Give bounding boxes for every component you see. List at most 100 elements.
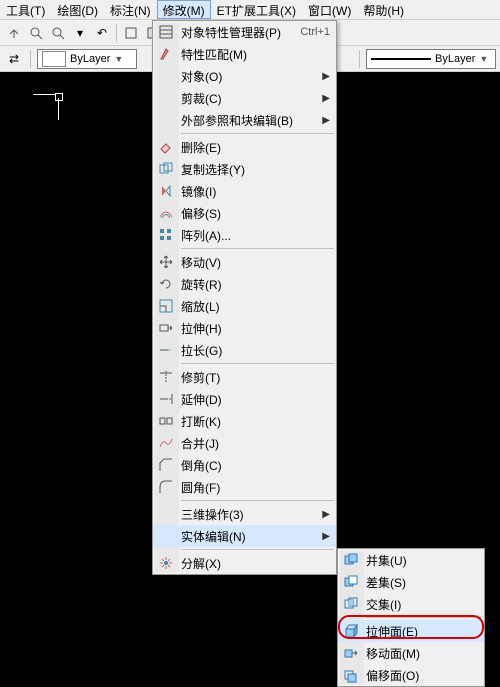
menu-item-label: 延伸(D) xyxy=(177,391,330,408)
break-icon xyxy=(155,412,177,430)
menu-item[interactable]: 特性匹配(M) xyxy=(153,43,336,65)
shortcut-label: Ctrl+1 xyxy=(300,26,330,38)
menu-item[interactable]: 缩放(L) xyxy=(153,295,336,317)
menu-item-label: 旋转(R) xyxy=(177,276,330,293)
submenu-arrow-icon: ▶ xyxy=(322,71,330,82)
menu-item-label: 拉伸(H) xyxy=(177,320,330,337)
menu-item-label: 打断(K) xyxy=(177,413,330,430)
menu-tools[interactable]: 工具(T) xyxy=(0,0,51,19)
menu-item-label: 移动面(M) xyxy=(362,645,478,662)
menu-item-label: 特性匹配(M) xyxy=(177,46,330,63)
menu-item-label: 修剪(T) xyxy=(177,369,330,386)
menu-item[interactable]: 拉伸面(E) xyxy=(338,620,484,642)
extend-icon xyxy=(155,390,177,408)
menu-item[interactable]: 打断(K) xyxy=(153,410,336,432)
menu-item[interactable]: 旋转(R) xyxy=(153,273,336,295)
menu-modify[interactable]: 修改(M) xyxy=(157,0,211,19)
menu-item[interactable]: 移动面(M) xyxy=(338,642,484,664)
menu-separator xyxy=(366,617,482,618)
menubar: 工具(T) 绘图(D) 标注(N) 修改(M) ET扩展工具(X) 窗口(W) … xyxy=(0,0,500,20)
explode-icon xyxy=(155,554,177,572)
tool-a-icon[interactable] xyxy=(121,23,141,43)
join-icon xyxy=(155,434,177,452)
chevron-down-icon: ▼ xyxy=(114,54,123,64)
menu-item[interactable]: 分解(X) xyxy=(153,552,336,574)
menu-separator xyxy=(181,500,334,501)
menu-item-label: 圆角(F) xyxy=(177,479,330,496)
mirror-icon xyxy=(155,182,177,200)
menu-item-label: 偏移面(O) xyxy=(362,667,478,684)
menu-item-label: 合并(J) xyxy=(177,435,330,452)
blank-icon xyxy=(155,505,177,523)
submenu-arrow-icon: ▶ xyxy=(322,531,330,542)
menu-item[interactable]: 三维操作(3)▶ xyxy=(153,503,336,525)
menu-item-label: 倒角(C) xyxy=(177,457,330,474)
menu-item-label: 偏移(S) xyxy=(177,205,330,222)
menu-item-label: 阵列(A)... xyxy=(177,227,330,244)
menu-item-label: 分解(X) xyxy=(177,555,330,572)
menu-item[interactable]: 交集(I) xyxy=(338,593,484,615)
menu-item[interactable]: 差集(S) xyxy=(338,571,484,593)
menu-item[interactable]: 外部参照和块编辑(B)▶ xyxy=(153,109,336,131)
subtract-icon xyxy=(340,573,362,591)
menu-separator xyxy=(181,133,334,134)
menu-item[interactable]: 偏移(S) xyxy=(153,202,336,224)
linetype-label: ByLayer xyxy=(435,53,475,65)
menu-item[interactable]: 镜像(I) xyxy=(153,180,336,202)
menu-window[interactable]: 窗口(W) xyxy=(302,0,357,19)
offset-icon xyxy=(155,204,177,222)
lengthen-icon xyxy=(155,341,177,359)
menu-item[interactable]: 延伸(D) xyxy=(153,388,336,410)
scale-icon xyxy=(155,297,177,315)
solid-edit-submenu: 并集(U)差集(S)交集(I) 拉伸面(E) 移动面(M) 偏移面(O) xyxy=(337,548,485,687)
menu-item[interactable]: 拉伸(H) xyxy=(153,317,336,339)
tool-back-icon[interactable]: ↶ xyxy=(92,23,112,43)
dropdown-arrow-icon[interactable]: ▾ xyxy=(70,23,90,43)
menu-item[interactable]: 删除(E) xyxy=(153,136,336,158)
linetype-combo[interactable]: ByLayer ▼ xyxy=(366,49,496,69)
ucs-icon xyxy=(55,90,63,104)
tool-zoom2-icon[interactable] xyxy=(48,23,68,43)
line-swatch xyxy=(371,58,431,60)
menu-item[interactable]: 拉长(G) xyxy=(153,339,336,361)
menu-item-label: 缩放(L) xyxy=(177,298,330,315)
menu-item-label: 对象(O) xyxy=(177,68,322,85)
menu-item[interactable]: 合并(J) xyxy=(153,432,336,454)
menu-help[interactable]: 帮助(H) xyxy=(357,0,410,19)
chevron-down-icon: ▼ xyxy=(479,54,488,64)
offset-face-icon xyxy=(340,666,362,684)
menu-item[interactable]: 移动(V) xyxy=(153,251,336,273)
blank-icon xyxy=(155,89,177,107)
tool-zoom-icon[interactable] xyxy=(26,23,46,43)
menu-item-label: 对象特性管理器(P) xyxy=(177,24,300,41)
menu-draw[interactable]: 绘图(D) xyxy=(51,0,104,19)
color-combo[interactable]: ByLayer ▼ xyxy=(37,49,137,69)
menu-item[interactable]: 圆角(F) xyxy=(153,476,336,498)
blank-icon xyxy=(155,527,177,545)
menu-item[interactable]: 修剪(T) xyxy=(153,366,336,388)
menu-item-label: 拉长(G) xyxy=(177,342,330,359)
menu-item[interactable]: 实体编辑(N)▶ xyxy=(153,525,336,547)
copy-icon xyxy=(155,160,177,178)
submenu-arrow-icon: ▶ xyxy=(322,115,330,126)
menu-separator xyxy=(181,549,334,550)
swap-icon[interactable]: ⇄ xyxy=(4,49,24,69)
menu-item-label: 复制选择(Y) xyxy=(177,161,330,178)
submenu-arrow-icon: ▶ xyxy=(322,93,330,104)
menu-item[interactable]: 剪裁(C)▶ xyxy=(153,87,336,109)
rotate-icon xyxy=(155,275,177,293)
menu-et-tools[interactable]: ET扩展工具(X) xyxy=(211,0,302,19)
menu-item[interactable]: 对象特性管理器(P)Ctrl+1 xyxy=(153,21,336,43)
menu-item[interactable]: 并集(U) xyxy=(338,549,484,571)
menu-item[interactable]: 倒角(C) xyxy=(153,454,336,476)
menu-item[interactable]: 偏移面(O) xyxy=(338,664,484,686)
separator xyxy=(30,50,31,68)
menu-dimension[interactable]: 标注(N) xyxy=(104,0,157,19)
menu-item[interactable]: 复制选择(Y) xyxy=(153,158,336,180)
menu-item[interactable]: 对象(O)▶ xyxy=(153,65,336,87)
blank-icon xyxy=(155,67,177,85)
menu-item[interactable]: 阵列(A)... xyxy=(153,224,336,246)
fillet-icon xyxy=(155,478,177,496)
blank-icon xyxy=(155,111,177,129)
tool-hand-icon[interactable] xyxy=(4,23,24,43)
